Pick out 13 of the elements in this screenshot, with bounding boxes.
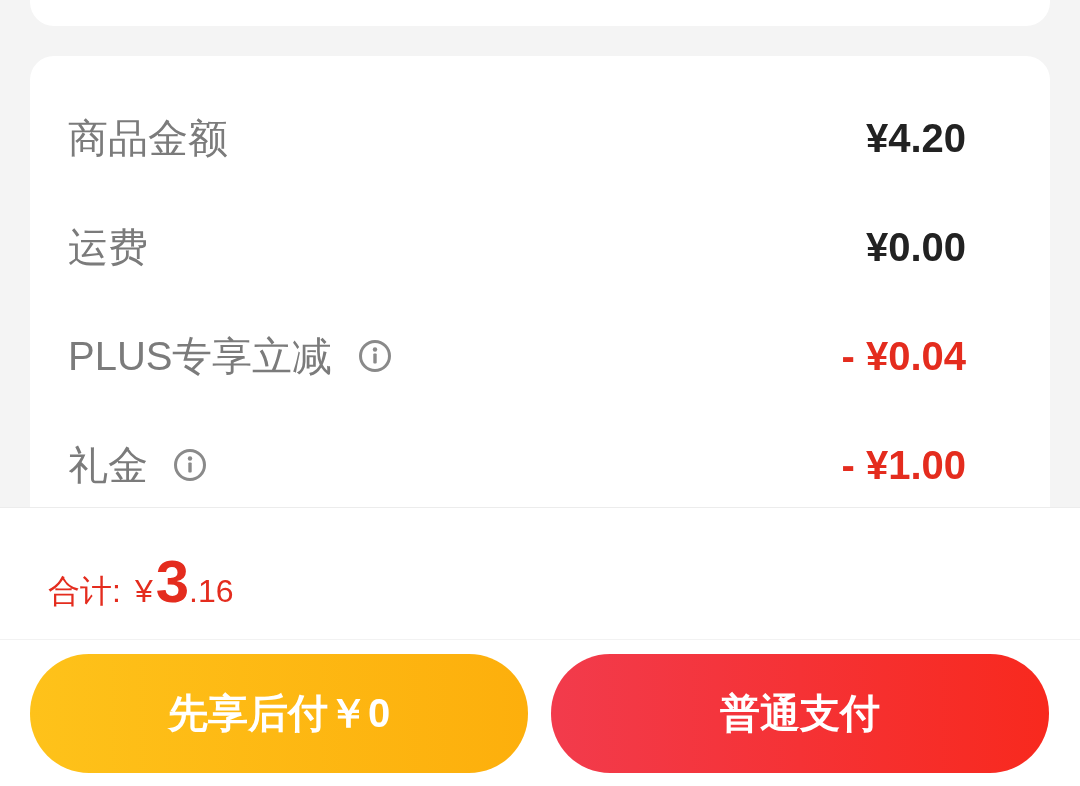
fee-label: 运费	[68, 223, 148, 270]
pay-button[interactable]: 普通支付	[551, 654, 1049, 773]
info-icon[interactable]	[358, 339, 391, 372]
fee-amount: - ¥1.00	[841, 441, 966, 488]
fee-label: PLUS专享立减	[68, 332, 333, 379]
fee-amount: ¥0.00	[865, 223, 966, 270]
fee-label: 商品金额	[68, 114, 228, 161]
fee-amount: ¥4.20	[865, 114, 966, 161]
fee-amount: - ¥0.04	[841, 332, 966, 379]
total-label: 合计:	[48, 572, 121, 611]
total-amount: ¥3.16	[134, 552, 234, 612]
fee-label: 礼金	[68, 441, 148, 488]
info-icon[interactable]	[174, 448, 206, 481]
